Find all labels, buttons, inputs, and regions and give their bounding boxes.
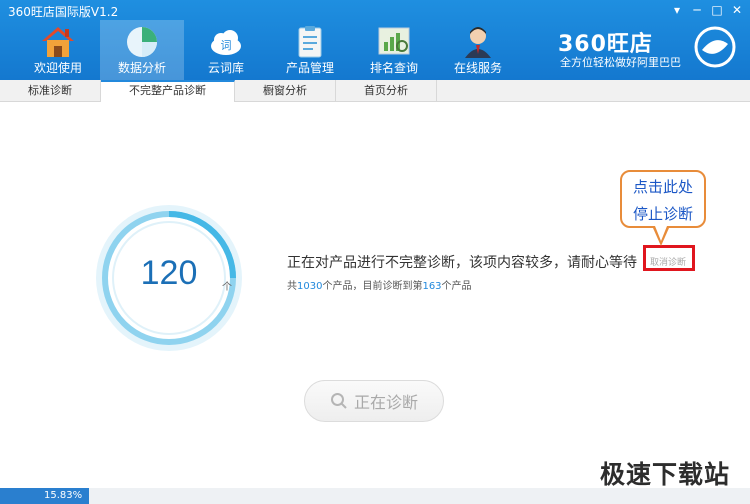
diagnosing-button[interactable]: 正在诊断 [304, 380, 444, 422]
status-suffix: 个产品 [441, 281, 472, 292]
hint-callout: 点击此处 停止诊断 [620, 170, 706, 228]
nav-item-product-management[interactable]: 产品管理 [268, 20, 352, 80]
status-message: 正在对产品进行不完整诊断，该项内容较多，请耐心等待 [287, 255, 637, 271]
watermark: 极速下载站 [600, 460, 731, 489]
nav-item-welcome[interactable]: 欢迎使用 [16, 20, 100, 80]
sub-tabs: 标准诊断 不完整产品诊断 橱窗分析 首页分析 [0, 80, 750, 102]
nav-label-welcome: 欢迎使用 [33, 61, 82, 75]
callout-line-1: 点击此处 [632, 178, 693, 196]
nav-label-ranking-query: 排名查询 [369, 61, 418, 75]
brand-logo: 360旺店 全方位轻松做好阿里巴巴 [558, 22, 738, 72]
main-nav: 欢迎使用 数据分析 词 云词库 产品管理 排名查询 在线服务 [16, 20, 520, 80]
ranking-icon [378, 27, 410, 55]
status-total-count: 1030 [297, 281, 323, 292]
logo-subtitle: 全方位轻松做好阿里巴巴 [560, 56, 681, 69]
callout-line-2: 停止诊断 [632, 205, 693, 223]
search-icon [330, 393, 347, 409]
nav-item-ranking-query[interactable]: 排名查询 [352, 20, 436, 80]
gauge-unit: 个 [222, 282, 232, 293]
close-button[interactable]: ✕ [728, 2, 746, 18]
cancel-highlight-box: 取消诊断 [643, 245, 695, 271]
progress-percent: 15.83% [44, 490, 83, 501]
callout-tail-inner [655, 226, 667, 241]
support-agent-icon [465, 27, 491, 58]
nav-item-data-analysis[interactable]: 数据分析 [100, 20, 184, 80]
tab-standard-diagnosis[interactable]: 标准诊断 [0, 80, 101, 102]
cloud-word-icon: 词 [211, 30, 241, 55]
nav-item-cloud-words[interactable]: 词 云词库 [184, 20, 268, 80]
svg-text:词: 词 [221, 39, 232, 52]
cancel-diagnosis-link[interactable]: 取消诊断 [650, 255, 686, 268]
tab-homepage-analysis[interactable]: 首页分析 [336, 80, 437, 102]
pie-chart-icon [127, 27, 157, 57]
nav-label-online-service: 在线服务 [453, 61, 502, 75]
menu-dropdown-button[interactable]: ▾ [668, 2, 686, 18]
app-header: 360旺店国际版V1.2 ▾ ─ □ ✕ 欢迎使用 数据分析 词 云词库 产品管… [0, 0, 750, 80]
maximize-button[interactable]: □ [708, 2, 726, 18]
diagnosing-button-label: 正在诊断 [353, 393, 418, 412]
tab-showcase-analysis[interactable]: 橱窗分析 [235, 80, 336, 102]
window-title: 360旺店国际版V1.2 [8, 5, 119, 19]
status-prefix: 共 [287, 281, 297, 292]
logo-mark-icon [694, 26, 736, 68]
status-detail: 共1030个产品，目前诊断到第163个产品 [287, 277, 472, 292]
nav-item-online-service[interactable]: 在线服务 [436, 20, 520, 80]
minimize-button[interactable]: ─ [688, 2, 706, 18]
tab-incomplete-product-diagnosis[interactable]: 不完整产品诊断 [101, 80, 235, 102]
home-icon [42, 27, 74, 57]
gauge-value: 120 [140, 254, 198, 292]
status-mid: 个产品，目前诊断到第 [322, 281, 423, 292]
nav-label-cloud-words: 云词库 [207, 61, 244, 75]
clipboard-icon [298, 26, 322, 58]
status-current-count: 163 [422, 281, 442, 292]
nav-label-data-analysis: 数据分析 [117, 61, 166, 75]
window-controls: ▾ ─ □ ✕ [668, 2, 746, 18]
nav-label-product-management: 产品管理 [285, 61, 334, 75]
progress-bar: 15.83% [0, 488, 750, 504]
